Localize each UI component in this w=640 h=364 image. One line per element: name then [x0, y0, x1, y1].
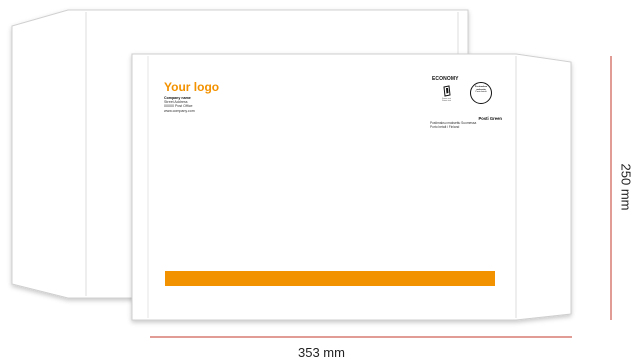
economy-label: ECONOMY	[432, 76, 459, 82]
postage-stamp-text: Postimaksu maksettu Porto betalt	[468, 86, 494, 94]
sender-postal: 00000 Post Office	[164, 104, 193, 109]
economy-icon	[443, 85, 451, 97]
postage-fine-print: Postimaksu maksettu Suomessa Porto betal…	[430, 121, 502, 130]
envelope-illustration: Your logo Company name Street Address 00…	[0, 0, 640, 364]
company-logo: Your logo	[164, 80, 220, 94]
stamp-line-3: Porto betalt	[475, 91, 487, 94]
orange-address-bar	[165, 271, 495, 286]
height-dimension-label: 250 mm	[618, 163, 634, 211]
postage-fine-line-2: Porto betalt i Finland	[430, 124, 460, 129]
economy-fine-line-2: Some text	[442, 100, 452, 103]
postage-mark: ECONOMY Some text Some text Postimaksu m…	[430, 74, 502, 134]
sender-address: Company name Street Address 00000 Post O…	[164, 96, 195, 113]
economy-fine-text: Some text Some text	[442, 98, 462, 103]
width-dimension-label: 353 mm	[298, 345, 345, 360]
sender-web: www.company.com	[164, 108, 195, 113]
envelope-front-print: Your logo Company name Street Address 00…	[132, 54, 516, 320]
